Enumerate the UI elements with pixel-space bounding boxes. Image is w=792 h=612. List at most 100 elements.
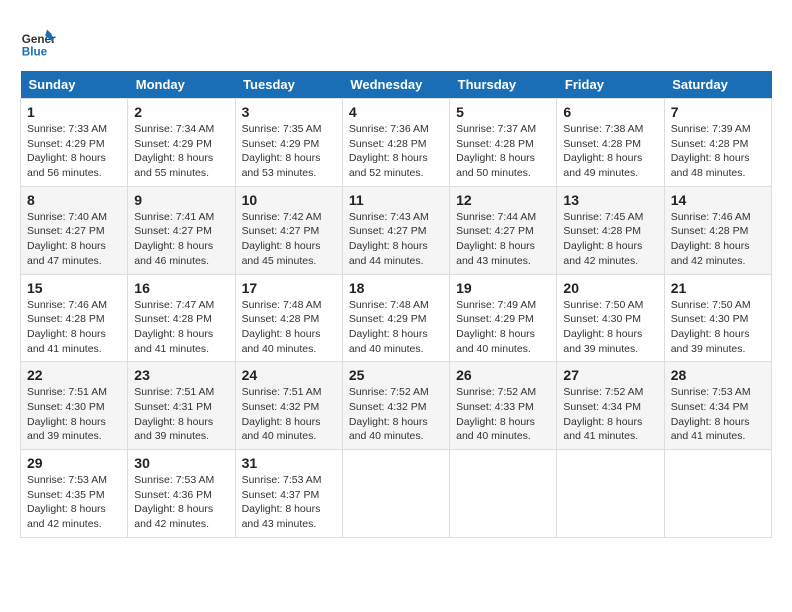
day-number: 10 <box>242 192 336 208</box>
day-number: 16 <box>134 280 228 296</box>
calendar-cell: 27 Sunrise: 7:52 AM Sunset: 4:34 PM Dayl… <box>557 362 664 450</box>
day-number: 19 <box>456 280 550 296</box>
calendar-week-5: 29 Sunrise: 7:53 AM Sunset: 4:35 PM Dayl… <box>21 450 772 538</box>
day-number: 31 <box>242 455 336 471</box>
calendar-cell: 31 Sunrise: 7:53 AM Sunset: 4:37 PM Dayl… <box>235 450 342 538</box>
day-number: 9 <box>134 192 228 208</box>
day-info: Sunrise: 7:36 AM Sunset: 4:28 PM Dayligh… <box>349 122 443 181</box>
calendar-cell: 6 Sunrise: 7:38 AM Sunset: 4:28 PM Dayli… <box>557 99 664 187</box>
day-info: Sunrise: 7:41 AM Sunset: 4:27 PM Dayligh… <box>134 210 228 269</box>
day-info: Sunrise: 7:34 AM Sunset: 4:29 PM Dayligh… <box>134 122 228 181</box>
day-info: Sunrise: 7:51 AM Sunset: 4:32 PM Dayligh… <box>242 385 336 444</box>
day-number: 12 <box>456 192 550 208</box>
day-info: Sunrise: 7:38 AM Sunset: 4:28 PM Dayligh… <box>563 122 657 181</box>
day-info: Sunrise: 7:44 AM Sunset: 4:27 PM Dayligh… <box>456 210 550 269</box>
day-number: 14 <box>671 192 765 208</box>
day-number: 8 <box>27 192 121 208</box>
day-number: 21 <box>671 280 765 296</box>
calendar-week-2: 8 Sunrise: 7:40 AM Sunset: 4:27 PM Dayli… <box>21 186 772 274</box>
weekday-header-sunday: Sunday <box>21 71 128 99</box>
day-number: 1 <box>27 104 121 120</box>
calendar-cell: 13 Sunrise: 7:45 AM Sunset: 4:28 PM Dayl… <box>557 186 664 274</box>
calendar-cell: 19 Sunrise: 7:49 AM Sunset: 4:29 PM Dayl… <box>450 274 557 362</box>
calendar-cell: 2 Sunrise: 7:34 AM Sunset: 4:29 PM Dayli… <box>128 99 235 187</box>
day-number: 20 <box>563 280 657 296</box>
calendar-cell: 11 Sunrise: 7:43 AM Sunset: 4:27 PM Dayl… <box>342 186 449 274</box>
calendar-cell: 25 Sunrise: 7:52 AM Sunset: 4:32 PM Dayl… <box>342 362 449 450</box>
day-info: Sunrise: 7:47 AM Sunset: 4:28 PM Dayligh… <box>134 298 228 357</box>
weekday-header-tuesday: Tuesday <box>235 71 342 99</box>
calendar-cell: 21 Sunrise: 7:50 AM Sunset: 4:30 PM Dayl… <box>664 274 771 362</box>
calendar-cell: 29 Sunrise: 7:53 AM Sunset: 4:35 PM Dayl… <box>21 450 128 538</box>
day-info: Sunrise: 7:53 AM Sunset: 4:36 PM Dayligh… <box>134 473 228 532</box>
calendar-week-3: 15 Sunrise: 7:46 AM Sunset: 4:28 PM Dayl… <box>21 274 772 362</box>
calendar-cell: 4 Sunrise: 7:36 AM Sunset: 4:28 PM Dayli… <box>342 99 449 187</box>
day-info: Sunrise: 7:43 AM Sunset: 4:27 PM Dayligh… <box>349 210 443 269</box>
calendar-cell: 14 Sunrise: 7:46 AM Sunset: 4:28 PM Dayl… <box>664 186 771 274</box>
day-info: Sunrise: 7:53 AM Sunset: 4:35 PM Dayligh… <box>27 473 121 532</box>
calendar-cell: 1 Sunrise: 7:33 AM Sunset: 4:29 PM Dayli… <box>21 99 128 187</box>
calendar-cell <box>664 450 771 538</box>
calendar-table: SundayMondayTuesdayWednesdayThursdayFrid… <box>20 71 772 538</box>
day-number: 13 <box>563 192 657 208</box>
day-info: Sunrise: 7:46 AM Sunset: 4:28 PM Dayligh… <box>671 210 765 269</box>
calendar-cell: 5 Sunrise: 7:37 AM Sunset: 4:28 PM Dayli… <box>450 99 557 187</box>
day-info: Sunrise: 7:42 AM Sunset: 4:27 PM Dayligh… <box>242 210 336 269</box>
calendar-cell: 15 Sunrise: 7:46 AM Sunset: 4:28 PM Dayl… <box>21 274 128 362</box>
day-number: 7 <box>671 104 765 120</box>
day-number: 26 <box>456 367 550 383</box>
day-number: 22 <box>27 367 121 383</box>
day-info: Sunrise: 7:45 AM Sunset: 4:28 PM Dayligh… <box>563 210 657 269</box>
day-info: Sunrise: 7:51 AM Sunset: 4:30 PM Dayligh… <box>27 385 121 444</box>
logo: General Blue <box>20 25 60 61</box>
weekday-header-thursday: Thursday <box>450 71 557 99</box>
logo-icon: General Blue <box>20 25 56 61</box>
calendar-header-row: SundayMondayTuesdayWednesdayThursdayFrid… <box>21 71 772 99</box>
day-number: 5 <box>456 104 550 120</box>
calendar-cell: 12 Sunrise: 7:44 AM Sunset: 4:27 PM Dayl… <box>450 186 557 274</box>
calendar-cell: 24 Sunrise: 7:51 AM Sunset: 4:32 PM Dayl… <box>235 362 342 450</box>
day-info: Sunrise: 7:48 AM Sunset: 4:28 PM Dayligh… <box>242 298 336 357</box>
day-info: Sunrise: 7:35 AM Sunset: 4:29 PM Dayligh… <box>242 122 336 181</box>
day-number: 29 <box>27 455 121 471</box>
day-number: 18 <box>349 280 443 296</box>
day-info: Sunrise: 7:46 AM Sunset: 4:28 PM Dayligh… <box>27 298 121 357</box>
calendar-cell: 16 Sunrise: 7:47 AM Sunset: 4:28 PM Dayl… <box>128 274 235 362</box>
calendar-cell: 7 Sunrise: 7:39 AM Sunset: 4:28 PM Dayli… <box>664 99 771 187</box>
day-info: Sunrise: 7:53 AM Sunset: 4:34 PM Dayligh… <box>671 385 765 444</box>
calendar-cell: 8 Sunrise: 7:40 AM Sunset: 4:27 PM Dayli… <box>21 186 128 274</box>
day-info: Sunrise: 7:40 AM Sunset: 4:27 PM Dayligh… <box>27 210 121 269</box>
day-info: Sunrise: 7:50 AM Sunset: 4:30 PM Dayligh… <box>563 298 657 357</box>
day-info: Sunrise: 7:53 AM Sunset: 4:37 PM Dayligh… <box>242 473 336 532</box>
calendar-cell: 18 Sunrise: 7:48 AM Sunset: 4:29 PM Dayl… <box>342 274 449 362</box>
day-number: 15 <box>27 280 121 296</box>
calendar-cell <box>342 450 449 538</box>
day-info: Sunrise: 7:33 AM Sunset: 4:29 PM Dayligh… <box>27 122 121 181</box>
day-info: Sunrise: 7:48 AM Sunset: 4:29 PM Dayligh… <box>349 298 443 357</box>
calendar-week-1: 1 Sunrise: 7:33 AM Sunset: 4:29 PM Dayli… <box>21 99 772 187</box>
calendar-cell: 26 Sunrise: 7:52 AM Sunset: 4:33 PM Dayl… <box>450 362 557 450</box>
calendar-cell: 22 Sunrise: 7:51 AM Sunset: 4:30 PM Dayl… <box>21 362 128 450</box>
calendar-cell <box>450 450 557 538</box>
weekday-header-wednesday: Wednesday <box>342 71 449 99</box>
day-number: 3 <box>242 104 336 120</box>
calendar-cell: 23 Sunrise: 7:51 AM Sunset: 4:31 PM Dayl… <box>128 362 235 450</box>
day-info: Sunrise: 7:51 AM Sunset: 4:31 PM Dayligh… <box>134 385 228 444</box>
weekday-header-monday: Monday <box>128 71 235 99</box>
day-info: Sunrise: 7:49 AM Sunset: 4:29 PM Dayligh… <box>456 298 550 357</box>
day-number: 30 <box>134 455 228 471</box>
day-number: 4 <box>349 104 443 120</box>
day-info: Sunrise: 7:39 AM Sunset: 4:28 PM Dayligh… <box>671 122 765 181</box>
calendar-cell: 17 Sunrise: 7:48 AM Sunset: 4:28 PM Dayl… <box>235 274 342 362</box>
day-info: Sunrise: 7:50 AM Sunset: 4:30 PM Dayligh… <box>671 298 765 357</box>
calendar-cell: 28 Sunrise: 7:53 AM Sunset: 4:34 PM Dayl… <box>664 362 771 450</box>
day-number: 23 <box>134 367 228 383</box>
day-number: 25 <box>349 367 443 383</box>
day-number: 2 <box>134 104 228 120</box>
weekday-header-saturday: Saturday <box>664 71 771 99</box>
day-number: 6 <box>563 104 657 120</box>
day-info: Sunrise: 7:52 AM Sunset: 4:34 PM Dayligh… <box>563 385 657 444</box>
day-number: 17 <box>242 280 336 296</box>
day-info: Sunrise: 7:52 AM Sunset: 4:33 PM Dayligh… <box>456 385 550 444</box>
day-number: 27 <box>563 367 657 383</box>
